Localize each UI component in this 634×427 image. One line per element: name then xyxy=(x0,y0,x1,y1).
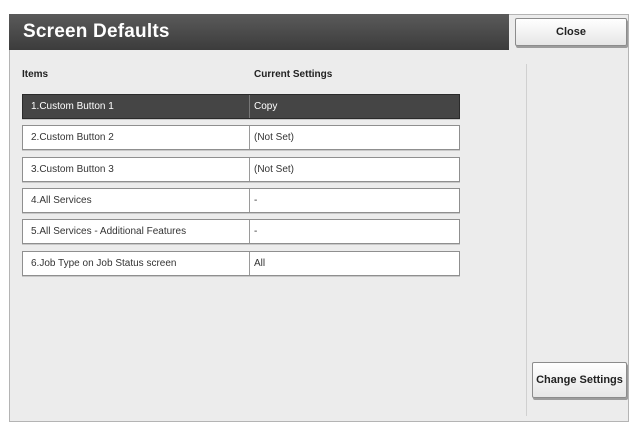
column-divider xyxy=(526,64,527,416)
row-item-label: 5.All Services - Additional Features xyxy=(23,220,250,243)
table-row[interactable]: 4.All Services - xyxy=(22,188,460,213)
row-current-setting: - xyxy=(254,226,258,237)
row-current-setting: (Not Set) xyxy=(254,164,295,175)
table-row[interactable]: 2.Custom Button 2 (Not Set) xyxy=(22,125,460,150)
items-column-header: Items xyxy=(22,69,49,80)
row-item-label: 2.Custom Button 2 xyxy=(23,126,250,149)
table-row[interactable]: 3.Custom Button 3 (Not Set) xyxy=(22,157,460,182)
row-current-setting: (Not Set) xyxy=(254,132,295,143)
current-settings-column-header: Current Settings xyxy=(254,69,333,80)
row-current-setting: - xyxy=(254,195,258,206)
row-item-label: 3.Custom Button 3 xyxy=(23,158,250,181)
table-row[interactable]: 6.Job Type on Job Status screen All xyxy=(22,251,460,276)
row-item-label: 1.Custom Button 1 xyxy=(23,95,250,118)
table-row[interactable]: 5.All Services - Additional Features - xyxy=(22,219,460,244)
title-bar: Screen Defaults xyxy=(9,14,509,50)
change-settings-button[interactable]: Change Settings xyxy=(532,362,627,398)
close-button[interactable]: Close xyxy=(515,18,627,46)
table-row[interactable]: 1.Custom Button 1 Copy xyxy=(22,94,460,119)
row-item-label: 6.Job Type on Job Status screen xyxy=(23,252,250,275)
page-title: Screen Defaults xyxy=(23,21,170,42)
row-item-label: 4.All Services xyxy=(23,189,250,212)
row-current-setting: Copy xyxy=(254,101,278,112)
row-current-setting: All xyxy=(254,258,266,269)
